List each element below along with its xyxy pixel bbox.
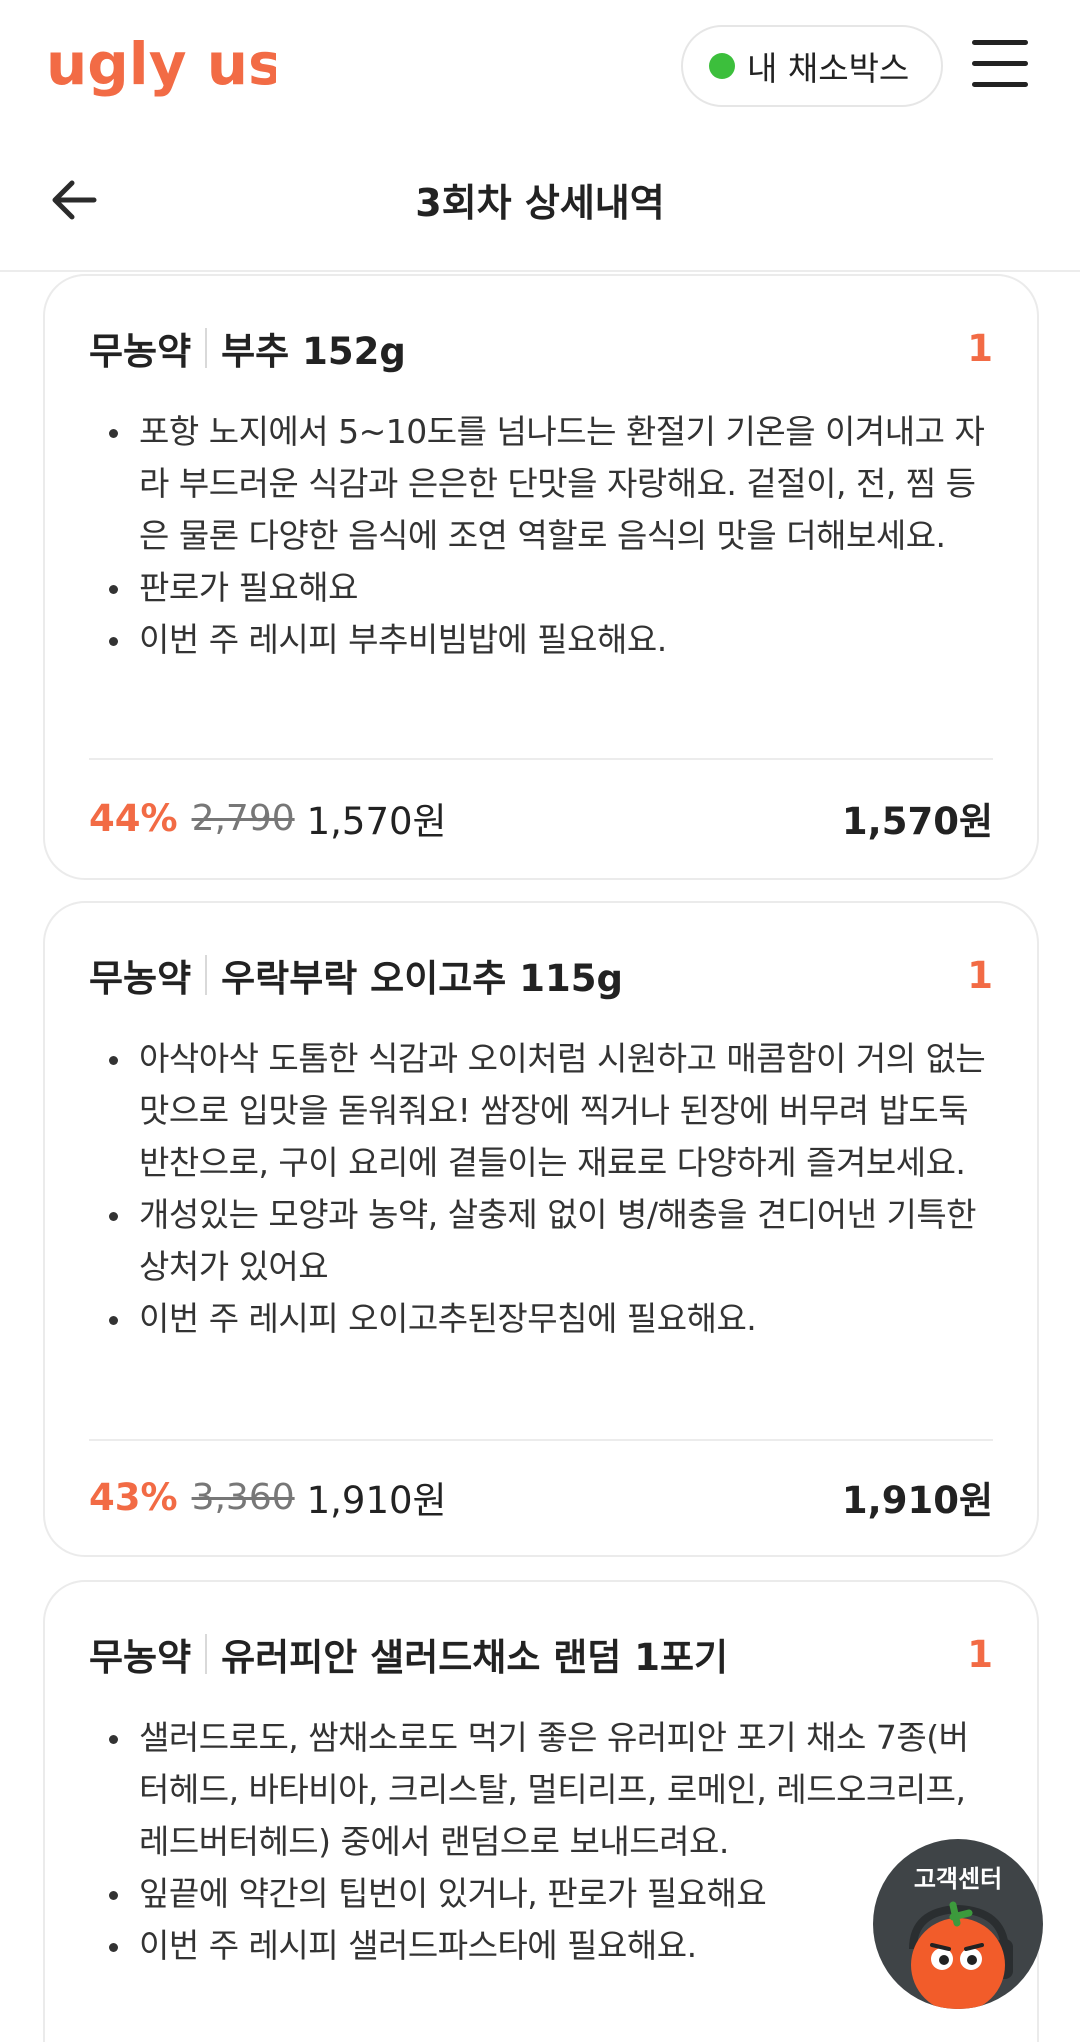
item-quantity: 1 [967,326,993,370]
description-bullet: 개성있는 모양과 농약, 살충제 없이 병/해충을 견디어낸 기특한 상처가 있… [109,1189,997,1293]
item-tag: 무농약 [89,330,192,373]
page-title: 3회차 상세내역 [415,181,665,225]
item-description-list: 샐러드로도, 쌈채소로도 먹기 좋은 유러피안 포기 채소 7종(버터헤드, 바… [109,1712,997,1972]
item-description-list: 아삭아삭 도톰한 식감과 오이처럼 시원하고 매콤함이 거의 없는 맛으로 입맛… [109,1033,997,1345]
item-name: 부추 152g [221,330,406,373]
order-item-card: 무농약 우락부락 오이고추 115g 1 아삭아삭 도톰한 식감과 오이처럼 시… [43,901,1039,1557]
description-bullet: 이번 주 레시피 부추비빔밥에 필요해요. [109,614,997,666]
original-price: 2,790 [191,797,295,839]
original-price: 3,360 [191,1476,295,1518]
description-bullet: 이번 주 레시피 오이고추된장무침에 필요해요. [109,1293,997,1345]
item-description-list: 포항 노지에서 5~10도를 넘나드는 환절기 기온을 이겨내고 자라 부드러운… [109,406,997,666]
item-header: 무농약 부추 152g 1 [89,322,993,374]
item-header: 무농약 유러피안 샐러드채소 랜덤 1포기 1 [89,1628,993,1680]
page-header: 3회차 상세내역 [0,132,1080,272]
tomato-headset-mascot-icon [909,1901,1013,2009]
price-row: 44% 2,790 1,570원 1,570원 [89,788,993,848]
item-quantity: 1 [967,953,993,997]
description-bullet: 판로가 필요해요 [109,562,997,614]
card-divider [89,1439,993,1441]
discount-rate: 44% [89,796,178,840]
item-name: 유러피안 샐러드채소 랜덤 1포기 [221,1636,729,1679]
card-divider [89,758,993,760]
item-total: 1,570원 [841,800,993,843]
tag-separator [205,328,208,368]
item-header: 무농약 우락부락 오이고추 115g 1 [89,949,993,1001]
item-total: 1,910원 [841,1479,993,1522]
ugly-us-logo[interactable]: ugly us [46,22,276,112]
order-item-card: 무농약 부추 152g 1 포항 노지에서 5~10도를 넘나드는 환절기 기온… [43,274,1039,880]
sale-price: 1,570원 [306,800,447,843]
tag-separator [205,955,208,995]
tag-separator [205,1634,208,1674]
my-veggie-box-label: 내 채소박스 [747,49,910,88]
item-quantity: 1 [967,1632,993,1676]
description-bullet: 아삭아삭 도톰한 식감과 오이처럼 시원하고 매콤함이 거의 없는 맛으로 입맛… [109,1033,997,1189]
my-veggie-box-button[interactable]: 내 채소박스 [681,25,943,107]
item-tag: 무농약 [89,957,192,1000]
logo-wordmark: ugly us [46,30,276,98]
description-bullet: 샐러드로도, 쌈채소로도 먹기 좋은 유러피안 포기 채소 7종(버터헤드, 바… [109,1712,997,1868]
order-item-list: 무농약 부추 152g 1 포항 노지에서 5~10도를 넘나드는 환절기 기온… [0,274,1080,2042]
hamburger-menu-icon[interactable] [972,40,1028,88]
description-bullet: 이번 주 레시피 샐러드파스타에 필요해요. [109,1920,997,1972]
description-bullet: 포항 노지에서 5~10도를 넘나드는 환절기 기온을 이겨내고 자라 부드러운… [109,406,997,562]
discount-rate: 43% [89,1475,178,1519]
price-row: 43% 3,360 1,910원 1,910원 [89,1467,993,1527]
item-tag: 무농약 [89,1636,192,1679]
description-bullet: 잎끝에 약간의 팁번이 있거나, 판로가 필요해요 [109,1868,997,1920]
sale-price: 1,910원 [306,1479,447,1522]
top-bar: ugly us 내 채소박스 [0,0,1080,132]
customer-center-button[interactable]: 고객센터 [873,1839,1043,2009]
box-status-dot [709,53,735,79]
item-name: 우락부락 오이고추 115g [221,957,623,1000]
